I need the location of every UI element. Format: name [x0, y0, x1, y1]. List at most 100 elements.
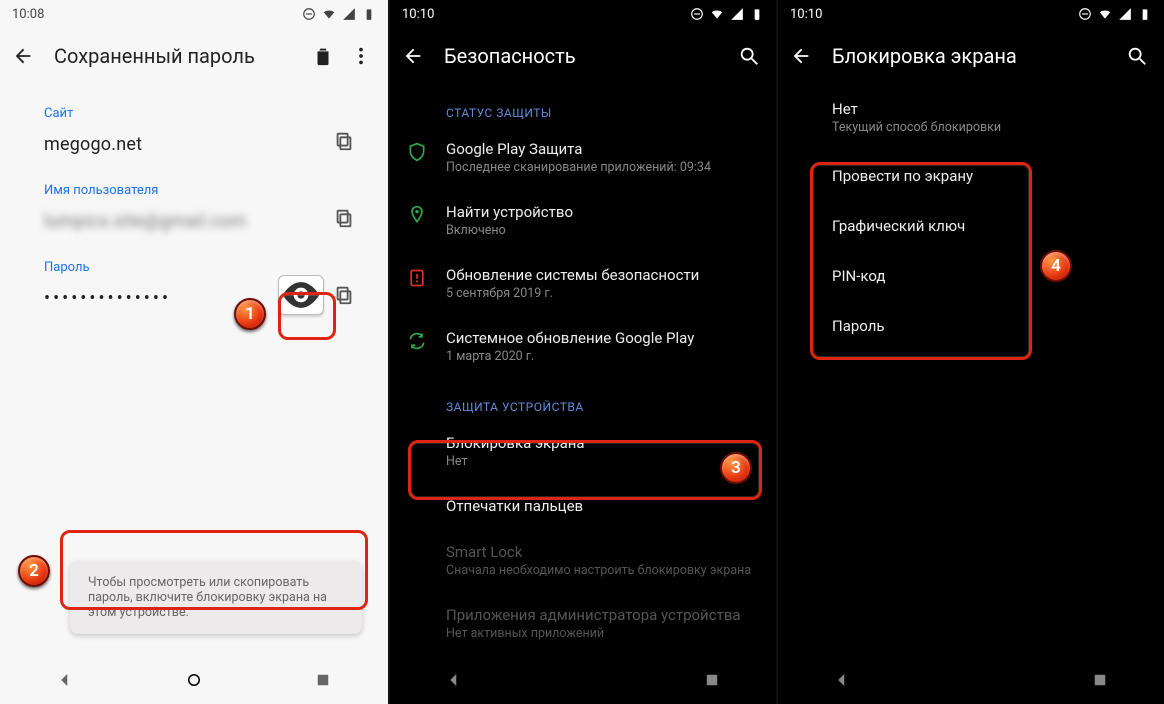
- status-bar: 10:10: [778, 0, 1164, 28]
- site-value: megogo.net: [44, 128, 324, 155]
- security-item[interactable]: Найти устройство Включено: [406, 189, 760, 252]
- delete-icon[interactable]: [312, 45, 334, 67]
- status-bar: 10:08: [0, 0, 388, 28]
- nav-home-icon[interactable]: [185, 671, 203, 689]
- device-security-item[interactable]: Блокировка экрана Нет: [406, 420, 760, 483]
- search-icon[interactable]: [738, 45, 760, 67]
- nav-bar: [778, 656, 1164, 704]
- section-protection-status: СТАТУС ЗАЩИТЫ: [446, 106, 760, 120]
- clock: 10:08: [12, 7, 44, 22]
- section-device-security: ЗАЩИТА УСТРОЙСТВА: [446, 400, 760, 414]
- current-lock-sub: Текущий способ блокировки: [832, 120, 1148, 135]
- nav-recent-icon[interactable]: [703, 671, 721, 689]
- item-subtitle: Нет активных приложений: [446, 626, 760, 641]
- content: Сайт megogo.net Имя пользователя lumpics…: [0, 106, 388, 315]
- site-label: Сайт: [44, 106, 364, 121]
- site-row: megogo.net: [44, 121, 364, 161]
- battery-icon: [750, 7, 764, 21]
- current-lock-title: Нет: [832, 100, 1148, 118]
- battery-icon: [362, 7, 376, 21]
- security-item[interactable]: Системное обновление Google Play 1 марта…: [406, 315, 760, 378]
- update-icon: [406, 329, 428, 351]
- page-title: Блокировка экрана: [832, 44, 1106, 68]
- item-title: Блокировка экрана: [446, 434, 760, 452]
- annotation-badge-2: 2: [18, 555, 50, 587]
- lock-option[interactable]: PIN-код: [816, 251, 1164, 301]
- lock-option-title: Провести по экрану: [832, 167, 1148, 185]
- content: СТАТУС ЗАЩИТЫ Google Play Защита Последн…: [390, 106, 776, 655]
- copy-password-button[interactable]: [324, 275, 364, 315]
- copy-site-button[interactable]: [324, 121, 364, 161]
- wifi-icon: [322, 7, 336, 21]
- nav-back-icon[interactable]: [445, 671, 463, 689]
- item-subtitle: 5 сентября 2019 г.: [446, 286, 760, 301]
- username-value: lumpics.site@gmail.com: [44, 205, 324, 232]
- item-subtitle: Последнее сканирование приложений: 09:34: [446, 160, 760, 175]
- back-icon[interactable]: [790, 45, 812, 67]
- lock-option[interactable]: Провести по экрану: [816, 151, 1164, 201]
- status-bar: 10:10: [390, 0, 776, 28]
- back-icon[interactable]: [402, 45, 424, 67]
- page-title: Безопасность: [444, 44, 718, 68]
- nav-recent-icon[interactable]: [314, 671, 332, 689]
- shield-icon: [406, 140, 428, 162]
- username-row: lumpics.site@gmail.com: [44, 198, 364, 238]
- device-security-item[interactable]: Отпечатки пальцев: [406, 483, 760, 529]
- screenshot-security: 10:10 Безопасность СТАТУС ЗАЩИТЫ Google …: [388, 0, 776, 704]
- nav-bar: [390, 656, 776, 704]
- item-subtitle: Нет: [446, 454, 760, 469]
- status-icons: [1078, 7, 1152, 21]
- signal-icon: [730, 7, 744, 21]
- search-icon[interactable]: [1126, 45, 1148, 67]
- nav-bar: [0, 656, 388, 704]
- nav-home-icon[interactable]: [962, 671, 980, 689]
- lock-option-title: Пароль: [832, 317, 1148, 335]
- security-item[interactable]: Обновление системы безопасности 5 сентяб…: [406, 252, 760, 315]
- lock-option-title: Графический ключ: [832, 217, 1148, 235]
- wifi-icon: [710, 7, 724, 21]
- app-bar: Сохраненный пароль: [0, 28, 388, 84]
- wifi-icon: [1098, 7, 1112, 21]
- warn-icon: [406, 266, 428, 288]
- back-icon[interactable]: [12, 45, 34, 67]
- pin-icon: [406, 203, 428, 225]
- copy-username-button[interactable]: [324, 198, 364, 238]
- lock-option[interactable]: Пароль: [816, 301, 1164, 351]
- item-subtitle: Сначала необходимо настроить блокировку …: [446, 563, 760, 578]
- content: Нет Текущий способ блокировки Провести п…: [778, 84, 1164, 351]
- app-bar: Безопасность: [390, 28, 776, 84]
- signal-icon: [1118, 7, 1132, 21]
- dnd-icon: [1078, 7, 1092, 21]
- item-title: Найти устройство: [446, 203, 760, 221]
- item-title: Google Play Защита: [446, 140, 760, 158]
- screenshot-saved-password: 10:08 Сохраненный пароль Сайт megogo.net…: [0, 0, 388, 704]
- nav-back-icon[interactable]: [833, 671, 851, 689]
- current-lock-item[interactable]: Нет Текущий способ блокировки: [816, 84, 1164, 151]
- app-bar: Блокировка экрана: [778, 28, 1164, 84]
- battery-icon: [1138, 7, 1152, 21]
- lock-option[interactable]: Графический ключ: [816, 201, 1164, 251]
- item-title: Обновление системы безопасности: [446, 266, 760, 284]
- item-title: Приложения администратора устройства: [446, 606, 760, 624]
- overflow-icon[interactable]: [350, 45, 372, 67]
- toast-message: Чтобы просмотреть или скопировать пароль…: [70, 561, 362, 634]
- status-icons: [302, 7, 376, 21]
- show-password-button[interactable]: [278, 275, 324, 315]
- nav-home-icon[interactable]: [574, 671, 592, 689]
- device-security-item: Smart Lock Сначала необходимо настроить …: [406, 529, 760, 592]
- nav-recent-icon[interactable]: [1091, 671, 1109, 689]
- device-security-item: Приложения администратора устройства Нет…: [406, 592, 760, 655]
- clock: 10:10: [402, 7, 434, 22]
- lock-option-title: PIN-код: [832, 267, 1148, 285]
- screenshot-screen-lock: 10:10 Блокировка экрана Нет Текущий спос…: [776, 0, 1164, 704]
- password-value: ••••••••••••••: [44, 282, 278, 309]
- dnd-icon: [302, 7, 316, 21]
- item-subtitle: Включено: [446, 223, 760, 238]
- username-label: Имя пользователя: [44, 183, 364, 198]
- nav-back-icon[interactable]: [56, 671, 74, 689]
- security-item[interactable]: Google Play Защита Последнее сканировани…: [406, 126, 760, 189]
- item-title: Smart Lock: [446, 543, 760, 561]
- item-subtitle: 1 марта 2020 г.: [446, 349, 760, 364]
- page-title: Сохраненный пароль: [54, 44, 292, 68]
- dnd-icon: [690, 7, 704, 21]
